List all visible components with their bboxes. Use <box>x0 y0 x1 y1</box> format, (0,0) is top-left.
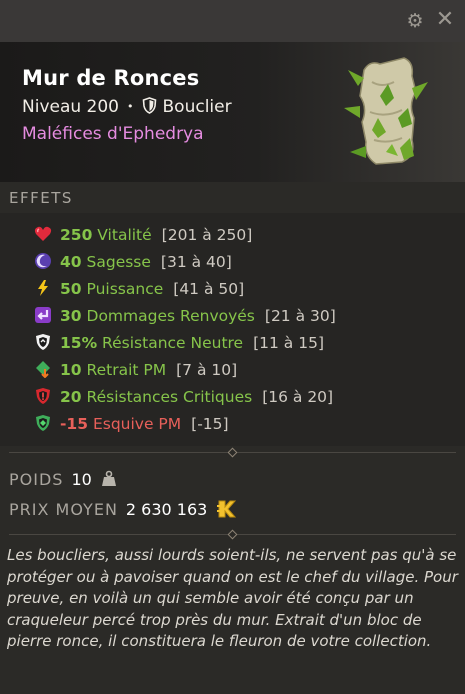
effect-range: [201 à 250] <box>161 226 253 244</box>
effect-value: 10 <box>60 361 82 379</box>
item-tooltip-panel: ⚙ ✕ Mur de Ronces Niveau 200 • Bouclier Ma… <box>0 0 465 694</box>
item-image <box>344 57 428 165</box>
price-row: PRIX MOYEN 2 630 163 <box>9 498 237 520</box>
lightning-icon <box>38 280 48 296</box>
title-bar: ⚙ ✕ <box>0 0 465 42</box>
effect-value: 20 <box>60 388 82 406</box>
effect-value: 50 <box>60 280 82 298</box>
close-icon[interactable]: ✕ <box>434 9 456 31</box>
separator-dot: • <box>127 100 134 113</box>
mp-removal-icon <box>36 361 50 378</box>
moon-icon <box>35 253 51 269</box>
effects-label: EFFETS <box>9 189 73 207</box>
item-name: Mur de Ronces <box>22 66 200 90</box>
effect-row-neutral-res: 15% Résistance Neutre [11 à 15] <box>34 333 324 355</box>
weight-value: 10 <box>71 470 92 489</box>
effect-range: [11 à 15] <box>253 334 325 352</box>
effect-range: [16 à 20] <box>262 388 334 406</box>
effect-range: [-15] <box>191 415 229 433</box>
item-set-link[interactable]: Maléfices d'Ephedrya <box>22 124 204 144</box>
item-header: Mur de Ronces Niveau 200 • Bouclier Maléfi… <box>0 42 465 182</box>
effect-range: [41 à 50] <box>173 280 245 298</box>
effect-range: [31 à 40] <box>160 253 232 271</box>
effect-name: Dommages Renvoyés <box>86 307 255 325</box>
effect-value: 15% <box>60 334 98 352</box>
effect-name: Résistances Critiques <box>86 388 253 406</box>
divider <box>9 529 456 540</box>
effect-row-wisdom: 40 Sagesse [31 à 40] <box>34 252 232 274</box>
effect-value: -15 <box>60 415 89 433</box>
effect-name: Résistance Neutre <box>102 334 244 352</box>
effect-name: Puissance <box>86 280 164 298</box>
effect-value: 250 <box>60 226 93 244</box>
shield-icon <box>142 97 156 114</box>
effect-range: [21 à 30] <box>264 307 336 325</box>
effect-name: Sagesse <box>86 253 151 271</box>
gear-icon[interactable]: ⚙ <box>405 11 425 31</box>
item-level: Niveau 200 <box>22 97 120 117</box>
effects-list: 250 Vitalité [201 à 250] 40 Sagesse [31 à … <box>0 213 465 446</box>
mp-dodge-icon <box>36 415 50 431</box>
effect-value: 30 <box>60 307 82 325</box>
effect-range: [7 à 10] <box>176 361 238 379</box>
effect-row-mp-dodge: -15 Esquive PM [-15] <box>34 414 229 436</box>
divider-diamond <box>227 447 238 458</box>
weight-label: POIDS <box>9 470 64 489</box>
price-value: 2 630 163 <box>125 500 208 519</box>
item-description: Les boucliers, aussi lourds soient-ils, … <box>7 546 458 650</box>
item-level-type: Niveau 200 • Bouclier <box>22 97 232 117</box>
weight-row: POIDS 10 <box>9 470 118 489</box>
critical-resistance-icon <box>36 388 50 404</box>
effect-name: Esquive PM <box>92 415 182 433</box>
effect-value: 40 <box>60 253 82 271</box>
effect-row-reflect: 30 Dommages Renvoyés [21 à 30] <box>34 306 336 328</box>
effect-row-crit-res: 20 Résistances Critiques [16 à 20] <box>34 387 333 409</box>
divider-diamond <box>227 529 238 540</box>
effect-row-mp-removal: 10 Retrait PM [7 à 10] <box>34 360 237 382</box>
effect-row-power: 50 Puissance [41 à 50] <box>34 279 244 301</box>
return-arrow-icon <box>35 307 51 323</box>
kamas-icon <box>217 500 237 518</box>
heart-icon <box>34 226 52 241</box>
effect-name: Vitalité <box>97 226 152 244</box>
effect-row-vitality: 250 Vitalité [201 à 250] <box>34 225 252 247</box>
effect-name: Retrait PM <box>86 361 167 379</box>
weight-icon <box>101 470 116 486</box>
divider <box>9 447 456 458</box>
price-label: PRIX MOYEN <box>9 500 118 519</box>
item-type: Bouclier <box>162 97 232 117</box>
neutral-resistance-icon <box>36 334 50 350</box>
